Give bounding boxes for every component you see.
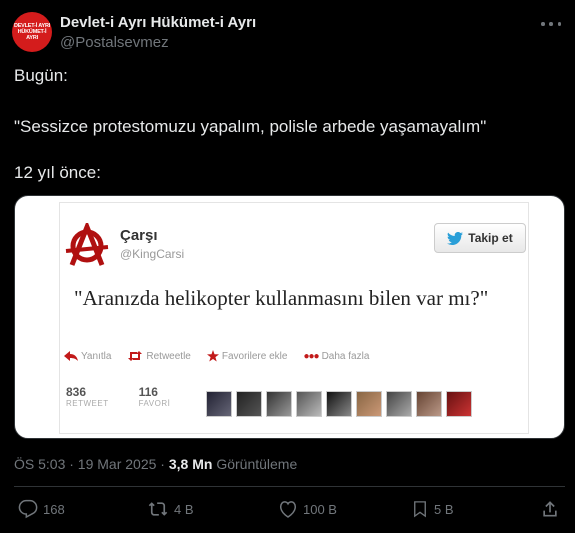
favoriter-avatar	[356, 391, 382, 417]
embedded-reply: Yanıtla	[64, 350, 111, 362]
like-count: 100 B	[303, 501, 337, 517]
favoriter-avatars	[206, 391, 472, 417]
share-button[interactable]	[540, 499, 560, 519]
bookmark-count: 5 B	[434, 501, 454, 517]
favoriter-avatar	[296, 391, 322, 417]
bookmark-icon	[414, 501, 426, 518]
favorite-count-label: FAVORİ	[138, 399, 171, 408]
twitter-bird-icon	[447, 231, 464, 245]
embedded-text: "Aranızda helikopter kullanmasını bilen …	[74, 286, 489, 310]
embedded-handle: @KingCarsi	[120, 247, 185, 261]
more-dots-icon: ●●●	[303, 350, 319, 362]
repost-count: 4 B	[174, 501, 194, 517]
favoriter-avatar	[236, 391, 262, 417]
tweet-meta: ÖS 5:03 · 19 Mar 2025 · 3,8 Mn Görüntüle…	[14, 456, 297, 472]
embedded-more: ●●● Daha fazla	[303, 350, 369, 362]
display-name[interactable]: Devlet-i Ayrı Hükümet-i Ayrı	[60, 14, 256, 31]
more-label: Daha fazla	[321, 350, 370, 362]
more-icon[interactable]	[541, 14, 561, 34]
avatar-text-3: AYRI	[26, 35, 38, 41]
tweet-line-2: "Sessizce protestomuzu yapalım, polisle …	[14, 117, 487, 136]
favorite-count: 116	[138, 385, 158, 399]
embedded-image[interactable]: Çarşı @KingCarsi Takip et "Aranızda heli…	[14, 195, 565, 439]
reply-icon	[64, 351, 78, 361]
user-handle[interactable]: @Postalsevmez	[60, 34, 169, 51]
follow-label: Takip et	[468, 231, 513, 245]
favoriter-avatar	[326, 391, 352, 417]
favoriter-avatar	[446, 391, 472, 417]
favorite-label: Favorilere ekle	[221, 350, 288, 362]
like-button[interactable]: 100 B	[278, 499, 337, 519]
tweet-line-1: Bugün:	[14, 66, 68, 85]
anarchy-logo	[65, 223, 109, 266]
view-count-label: Görüntüleme	[216, 456, 298, 472]
reply-label: Yanıtla	[81, 350, 112, 362]
favorite-stat: 116 FAVORİ	[139, 385, 171, 408]
retweet-icon	[128, 351, 143, 361]
divider	[14, 486, 565, 487]
action-bar: 168 4 B 100 B 5 B	[14, 499, 565, 525]
reply-button[interactable]: 168	[18, 499, 65, 519]
reply-count-icon	[18, 499, 38, 519]
favoriter-avatar	[266, 391, 292, 417]
share-icon	[543, 501, 557, 517]
timestamp[interactable]: ÖS 5:03 · 19 Mar 2025 ·	[14, 456, 165, 472]
embedded-retweet: Retweetle	[127, 350, 191, 362]
star-icon	[206, 350, 219, 362]
repost-button[interactable]: 4 B	[147, 499, 194, 519]
retweet-count-label: RETWEET	[66, 399, 109, 408]
tweet-line-3: 12 yıl önce:	[14, 163, 101, 182]
tweet-header: DEVLET-İ AYRI HÜKÜMET-İ AYRI Devlet-i Ay…	[12, 12, 563, 56]
retweet-label: Retweetle	[146, 350, 191, 362]
embedded-tweet: Çarşı @KingCarsi Takip et "Aranızda heli…	[59, 202, 529, 434]
favoriter-avatar	[206, 391, 232, 417]
embedded-actions: Yanıtla Retweetle Favorilere ekle ●●● Da…	[64, 350, 369, 362]
repost-icon	[148, 502, 168, 516]
avatar[interactable]: DEVLET-İ AYRI HÜKÜMET-İ AYRI	[12, 12, 52, 52]
retweet-stat: 836 RETWEET	[66, 385, 109, 408]
view-count: 3,8 Mn	[168, 456, 213, 472]
retweet-count: 836	[66, 385, 87, 399]
favoriter-avatar	[416, 391, 442, 417]
embedded-name: Çarşı	[120, 227, 158, 244]
favoriter-avatar	[386, 391, 412, 417]
like-icon	[279, 501, 297, 518]
embedded-favorite: Favorilere ekle	[206, 350, 288, 362]
bookmark-button[interactable]: 5 B	[411, 499, 454, 519]
follow-button: Takip et	[434, 223, 526, 253]
embedded-stats: 836 RETWEET 116 FAVORİ	[66, 385, 170, 408]
reply-count: 168	[43, 501, 65, 517]
